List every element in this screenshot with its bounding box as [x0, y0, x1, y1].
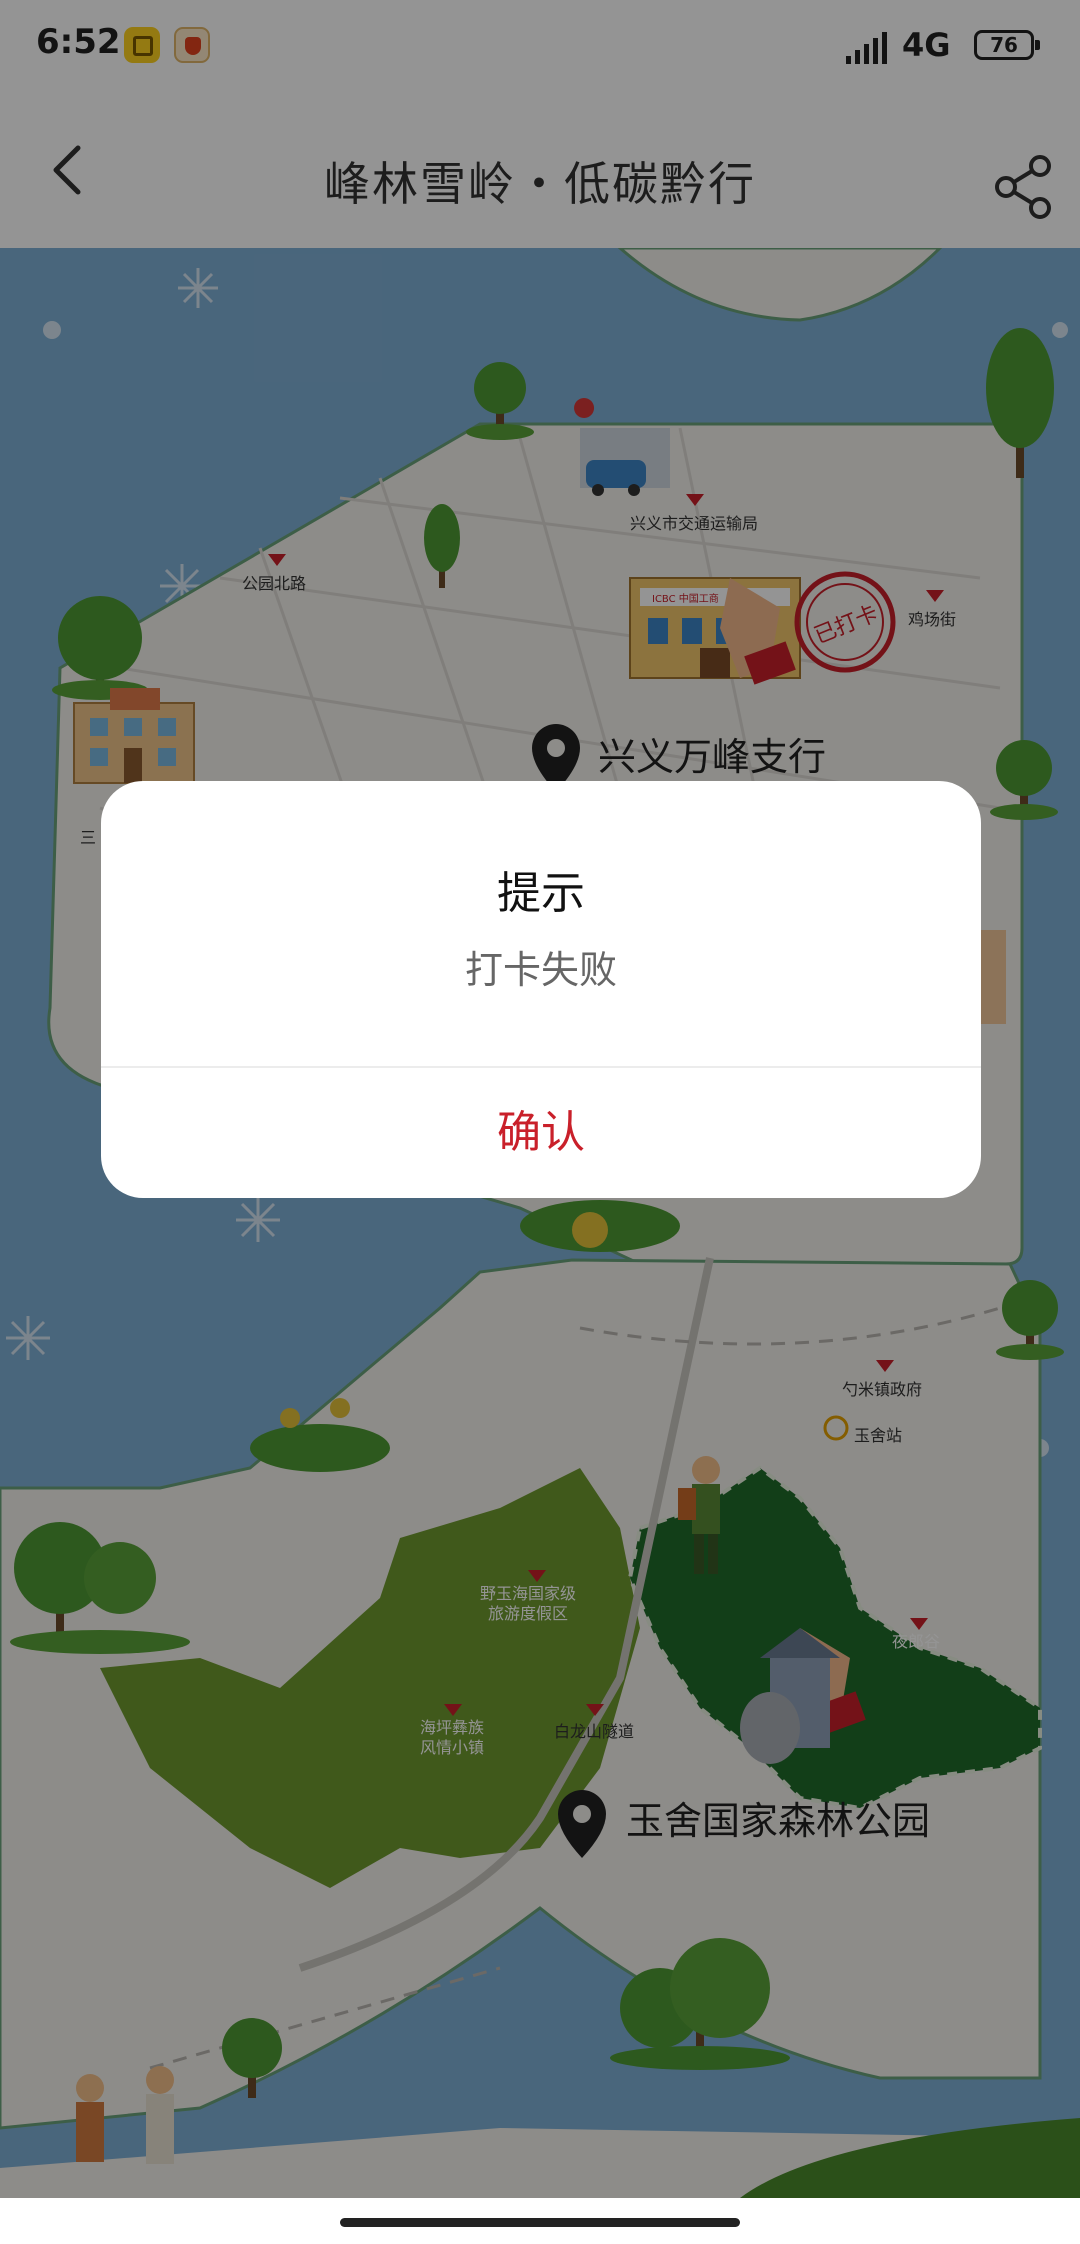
alert-dialog: 提示 打卡失败 确认	[101, 781, 981, 1198]
dialog-title: 提示	[497, 868, 585, 919]
home-indicator[interactable]	[340, 2218, 740, 2227]
system-nav-bar	[0, 2198, 1080, 2244]
confirm-button[interactable]: 确认	[101, 1068, 981, 1198]
dialog-message: 打卡失败	[464, 948, 617, 992]
